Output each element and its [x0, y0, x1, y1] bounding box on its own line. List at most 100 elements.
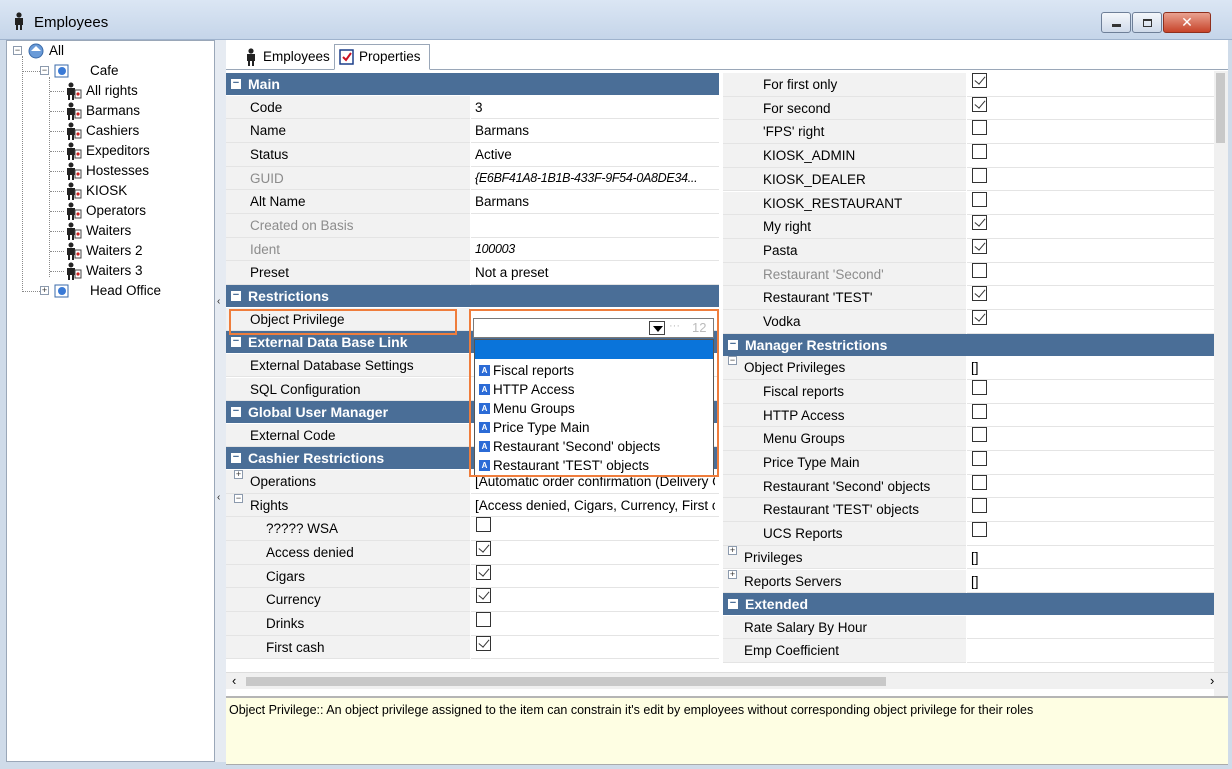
- close-button[interactable]: ✕: [1163, 12, 1211, 33]
- property-value[interactable]: [471, 541, 719, 565]
- property-value[interactable]: [967, 639, 1214, 664]
- property-value[interactable]: [967, 427, 1214, 451]
- property-row[interactable]: Ident 100003: [226, 237, 719, 262]
- property-value[interactable]: [967, 120, 1214, 145]
- property-row[interactable]: Status Active: [226, 142, 719, 167]
- checkbox[interactable]: [972, 310, 987, 325]
- property-row[interactable]: Code 3: [226, 95, 719, 120]
- property-value[interactable]: [967, 403, 1214, 428]
- expand-icon[interactable]: +: [728, 569, 737, 579]
- property-value[interactable]: [967, 286, 1214, 310]
- property-value[interactable]: [967, 238, 1214, 263]
- property-row-right[interactable]: Access denied: [226, 541, 719, 565]
- property-value[interactable]: [967, 474, 1214, 499]
- property-row[interactable]: GUID {E6BF41A8-1B1B-433F-9F54-0A8DE34...: [226, 166, 719, 191]
- minimize-button[interactable]: [1101, 12, 1131, 33]
- panel-splitter[interactable]: ‹ ‹: [215, 40, 226, 762]
- object-privilege-combo[interactable]: ··· 12: [473, 318, 714, 338]
- property-row-privilege[interactable]: Menu Groups: [723, 427, 1214, 451]
- checkbox[interactable]: [972, 427, 987, 443]
- property-row-right[interactable]: Restaurant 'Second': [723, 262, 1214, 287]
- checkbox[interactable]: [972, 262, 987, 278]
- property-value[interactable]: [471, 635, 719, 660]
- property-value[interactable]: [967, 310, 1214, 334]
- property-row[interactable]: Alt Name Barmans: [226, 190, 719, 214]
- tab-properties[interactable]: Properties: [334, 44, 430, 70]
- collapse-icon[interactable]: −: [728, 598, 738, 610]
- checkbox[interactable]: [476, 517, 491, 533]
- property-value[interactable]: [967, 379, 1214, 404]
- checkbox[interactable]: [972, 215, 987, 231]
- property-row-right[interactable]: For first only: [723, 73, 1214, 97]
- property-value[interactable]: [471, 517, 719, 541]
- property-value[interactable]: [967, 96, 1214, 121]
- property-row-right[interactable]: Pasta: [723, 238, 1214, 263]
- category-manager-restrictions[interactable]: − Manager Restrictions: [723, 333, 1214, 356]
- property-row-right[interactable]: KIOSK_ADMIN: [723, 144, 1214, 168]
- checkbox[interactable]: [972, 498, 987, 514]
- chevron-left-icon[interactable]: ‹: [217, 492, 220, 503]
- category-main[interactable]: − Main: [226, 73, 719, 95]
- collapse-icon[interactable]: −: [231, 406, 241, 418]
- property-row[interactable]: Emp Coefficient: [723, 639, 1214, 664]
- property-row-right[interactable]: ????? WSA: [226, 517, 719, 541]
- property-row-privileges[interactable]: + Privileges []: [723, 545, 1214, 570]
- collapse-icon[interactable]: −: [231, 452, 241, 464]
- checkbox[interactable]: [972, 73, 987, 88]
- property-value[interactable]: [967, 167, 1214, 192]
- property-row-right[interactable]: For second: [723, 96, 1214, 121]
- dropdown-arrow-icon[interactable]: [649, 321, 665, 335]
- property-row-right[interactable]: Drinks: [226, 612, 719, 636]
- property-value[interactable]: [471, 588, 719, 613]
- checkbox[interactable]: [476, 612, 491, 628]
- property-row-right[interactable]: Currency: [226, 588, 719, 613]
- property-value[interactable]: Active: [471, 142, 719, 167]
- object-privilege-dropdown-list[interactable]: A Fiscal reports A HTTP Access A Menu Groups A…: [474, 339, 714, 477]
- property-value[interactable]: [967, 215, 1214, 239]
- checkbox[interactable]: [476, 588, 491, 604]
- dropdown-selected-empty[interactable]: [475, 340, 713, 359]
- property-row-right[interactable]: Vodka: [723, 310, 1214, 334]
- category-extended[interactable]: − Extended: [723, 593, 1214, 616]
- checkbox[interactable]: [972, 522, 987, 538]
- property-row[interactable]: Created on Basis: [226, 214, 719, 238]
- property-row-rights[interactable]: − Rights [Access denied, Cigars, Currency,…: [226, 493, 719, 518]
- property-value[interactable]: [967, 144, 1214, 168]
- property-value[interactable]: []: [967, 569, 1214, 594]
- property-grid[interactable]: − Main Code 3 Name Barmans Status Active GUID {E6…: [226, 71, 1214, 703]
- checkbox[interactable]: [972, 120, 987, 136]
- checkbox[interactable]: [972, 286, 987, 302]
- expand-icon[interactable]: +: [234, 469, 243, 479]
- checkbox[interactable]: [972, 451, 987, 466]
- property-row-privilege[interactable]: Price Type Main: [723, 451, 1214, 475]
- checkbox[interactable]: [476, 635, 491, 651]
- property-value[interactable]: [967, 191, 1214, 216]
- vertical-scrollbar[interactable]: [1214, 71, 1228, 703]
- maximize-button[interactable]: [1132, 12, 1162, 33]
- property-row-privilege[interactable]: UCS Reports: [723, 522, 1214, 546]
- scroll-right-icon[interactable]: ›: [1210, 673, 1214, 688]
- property-value[interactable]: Barmans: [471, 119, 719, 143]
- property-value[interactable]: [967, 615, 1214, 640]
- property-value[interactable]: [967, 73, 1214, 97]
- property-row-right[interactable]: First cash: [226, 635, 719, 660]
- scroll-thumb[interactable]: [246, 677, 886, 686]
- property-value[interactable]: [Access denied, Cigars, Currency, First …: [471, 493, 719, 518]
- property-value[interactable]: []: [967, 545, 1214, 570]
- checkbox[interactable]: [476, 564, 491, 580]
- property-value[interactable]: [967, 262, 1214, 287]
- checkbox[interactable]: [972, 96, 987, 112]
- tab-employees[interactable]: Employees: [238, 44, 334, 70]
- collapse-icon[interactable]: −: [231, 290, 241, 302]
- checkbox[interactable]: [972, 238, 987, 254]
- property-row-right[interactable]: My right: [723, 215, 1214, 239]
- property-row-right[interactable]: KIOSK_RESTAURANT: [723, 191, 1214, 216]
- property-value[interactable]: [471, 612, 719, 636]
- collapse-icon[interactable]: −: [13, 46, 22, 55]
- property-value[interactable]: [967, 522, 1214, 546]
- employee-group-tree[interactable]: − All − Cafe All rights Barmans Cashiers Ex…: [6, 40, 215, 762]
- property-row-right[interactable]: Restaurant 'TEST': [723, 286, 1214, 310]
- property-row-privilege[interactable]: Restaurant 'TEST' objects: [723, 498, 1214, 523]
- property-row[interactable]: Name Barmans: [226, 119, 719, 143]
- checkbox[interactable]: [972, 379, 987, 395]
